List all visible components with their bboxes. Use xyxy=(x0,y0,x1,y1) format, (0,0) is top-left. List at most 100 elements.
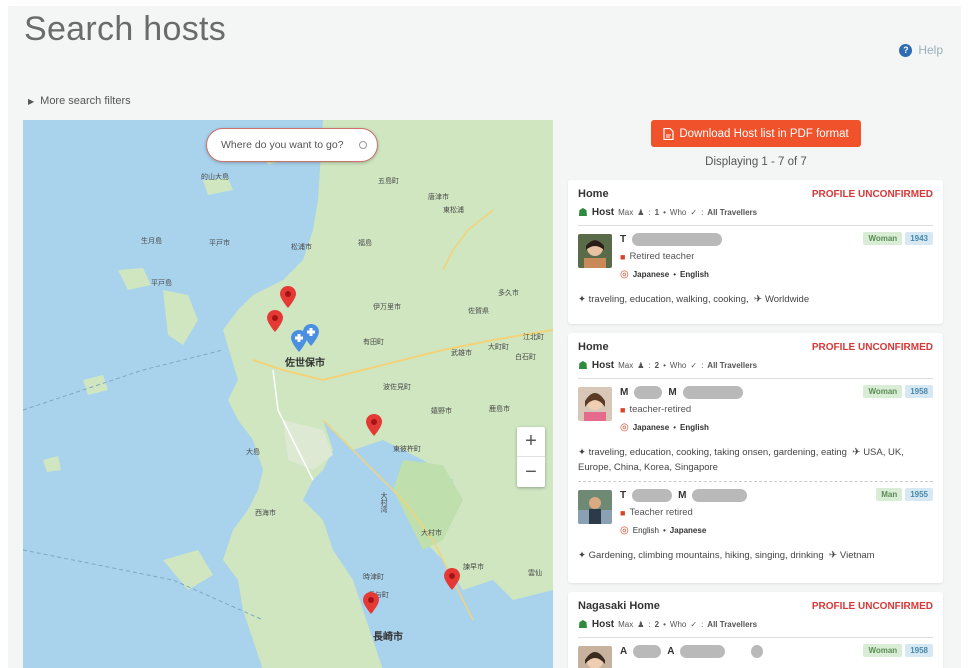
host-location-pin[interactable] xyxy=(366,414,382,436)
max-label: Max xyxy=(618,361,634,370)
map-label: 大島 xyxy=(246,449,260,456)
host-card[interactable]: Home PROFILE UNCONFIRMED ☗ Host Max ♟:1 … xyxy=(568,180,943,324)
redacted-name xyxy=(751,644,764,658)
map-label: 鹿島市 xyxy=(489,406,510,413)
birth-year-badge: 1958 xyxy=(905,644,933,657)
host-card[interactable]: Nagasaki Home PROFILE UNCONFIRMED ☗ Host… xyxy=(568,592,943,668)
map-label: 多久市 xyxy=(498,290,519,297)
language-secondary: Japanese xyxy=(669,526,707,535)
map-label: 東松浦 xyxy=(443,207,464,214)
host-name-initial: T xyxy=(620,233,627,245)
gender-badge: Woman xyxy=(863,644,903,657)
map-label: 大村市 xyxy=(421,530,442,537)
host-location-pin[interactable] xyxy=(363,592,379,614)
max-label: Max xyxy=(618,620,634,629)
map-label: 嬉野市 xyxy=(431,408,452,415)
host-location-pin[interactable] xyxy=(280,286,296,308)
help-label: Help xyxy=(918,43,943,57)
map-label: 的山大島 xyxy=(201,174,229,181)
map-label: 江北町 xyxy=(523,334,544,341)
language-primary: Japanese xyxy=(632,270,670,279)
map-label: 東彼杵町 xyxy=(393,446,421,453)
divider xyxy=(578,378,933,379)
briefcase-icon: ■ xyxy=(620,507,626,518)
host-person[interactable]: T M Man 1955 ■ Teacher retired ◎ English… xyxy=(578,488,933,540)
occupation: Teacher retired xyxy=(629,507,693,518)
host-person[interactable]: A A Woman 1958 xyxy=(578,644,933,668)
host-word: Host xyxy=(591,207,615,218)
map-search-placeholder: Where do you want to go? xyxy=(221,139,344,151)
map-label: 大町町 xyxy=(488,344,509,351)
max-value: 2 xyxy=(654,361,660,370)
status-badge: PROFILE UNCONFIRMED xyxy=(811,600,933,612)
zoom-out-button[interactable]: − xyxy=(517,457,545,487)
gender-badge: Woman xyxy=(863,385,903,398)
language-secondary: English xyxy=(680,270,709,279)
host-name-initial: M xyxy=(620,386,629,398)
map-zoom-controls: + − xyxy=(517,427,545,487)
status-badge: PROFILE UNCONFIRMED xyxy=(811,341,933,353)
map-label: 白石町 xyxy=(515,354,536,361)
map-label: 佐世保市 xyxy=(285,358,325,369)
who-value: All Travellers xyxy=(707,208,758,217)
host-person[interactable]: M M Woman 1958 ■ teacher-retired ◎ Japan… xyxy=(578,385,933,437)
host-location-pin[interactable] xyxy=(444,568,460,590)
search-hosts-page: Search hosts ? Help ▶ More search filter… xyxy=(8,6,961,668)
divider xyxy=(578,225,933,226)
help-link[interactable]: ? Help xyxy=(899,43,943,57)
redacted-name xyxy=(692,488,748,502)
max-value: 2 xyxy=(654,620,660,629)
redacted-name xyxy=(633,644,662,658)
search-circle-icon xyxy=(359,141,367,149)
language-primary: English xyxy=(632,526,659,535)
more-search-filters-toggle[interactable]: ▶ More search filters xyxy=(28,95,131,107)
occupation: Retired teacher xyxy=(629,251,695,262)
redacted-name xyxy=(634,385,663,399)
host-person[interactable]: T Woman 1943 ■ Retired teacher ◎ Japanes… xyxy=(578,232,933,284)
gender-badge: Man xyxy=(876,488,903,501)
interests-icon: ✦ xyxy=(578,447,586,458)
check-icon: ✓ xyxy=(690,208,698,217)
interests-text: traveling, education, walking, cooking, xyxy=(588,294,749,305)
host-card-title: Home xyxy=(578,188,609,200)
check-icon: ✓ xyxy=(690,620,698,629)
host-location-pin[interactable] xyxy=(267,310,283,332)
briefcase-icon: ■ xyxy=(620,404,626,415)
interests: ✦ traveling, education, cooking, taking … xyxy=(578,445,933,475)
host-word: Host xyxy=(591,360,615,371)
globe-icon: ◎ xyxy=(620,525,629,536)
download-pdf-button[interactable]: Download Host list in PDF format xyxy=(651,120,861,147)
language-secondary: English xyxy=(680,423,709,432)
redacted-name xyxy=(632,488,673,502)
map-label: 平戸市 xyxy=(209,240,230,247)
birth-year-badge: 1958 xyxy=(905,385,933,398)
host-card-title: Home xyxy=(578,341,609,353)
max-value: 1 xyxy=(654,208,660,217)
map[interactable]: Where do you want to go? 的山大島 五島町 唐津市 東松… xyxy=(23,120,553,668)
avatar xyxy=(578,234,612,268)
interests-icon: ✦ xyxy=(578,550,586,561)
gender-badge: Woman xyxy=(863,232,903,245)
map-label: 福島 xyxy=(358,240,372,247)
travel-destinations: Worldwide xyxy=(764,294,810,305)
interests-text: traveling, education, cooking, taking on… xyxy=(588,447,847,458)
page-title: Search hosts xyxy=(24,10,227,48)
occupation: teacher-retired xyxy=(629,404,692,415)
map-label: 生月島 xyxy=(141,238,162,245)
help-icon: ? xyxy=(899,43,913,57)
travel-destinations: Vietnam xyxy=(839,550,875,561)
guests-icon: ♟ xyxy=(637,208,645,217)
divider xyxy=(578,481,933,482)
map-label: 雲仙 xyxy=(528,570,542,577)
host-summary: ☗ Host Max ♟:2 • Who ✓: All Travellers xyxy=(578,360,758,372)
host-name-initial-2: M xyxy=(678,489,687,501)
status-badge: PROFILE UNCONFIRMED xyxy=(811,188,933,200)
host-word: Host xyxy=(591,619,615,630)
host-card[interactable]: Home PROFILE UNCONFIRMED ☗ Host Max ♟:2 … xyxy=(568,333,943,583)
zoom-in-button[interactable]: + xyxy=(517,427,545,457)
host-name-initial: A xyxy=(620,645,628,657)
globe-icon: ◎ xyxy=(620,269,629,280)
map-label: 武雄市 xyxy=(451,350,472,357)
map-location-search[interactable]: Where do you want to go? xyxy=(206,128,378,162)
map-label: 平戸島 xyxy=(151,280,172,287)
